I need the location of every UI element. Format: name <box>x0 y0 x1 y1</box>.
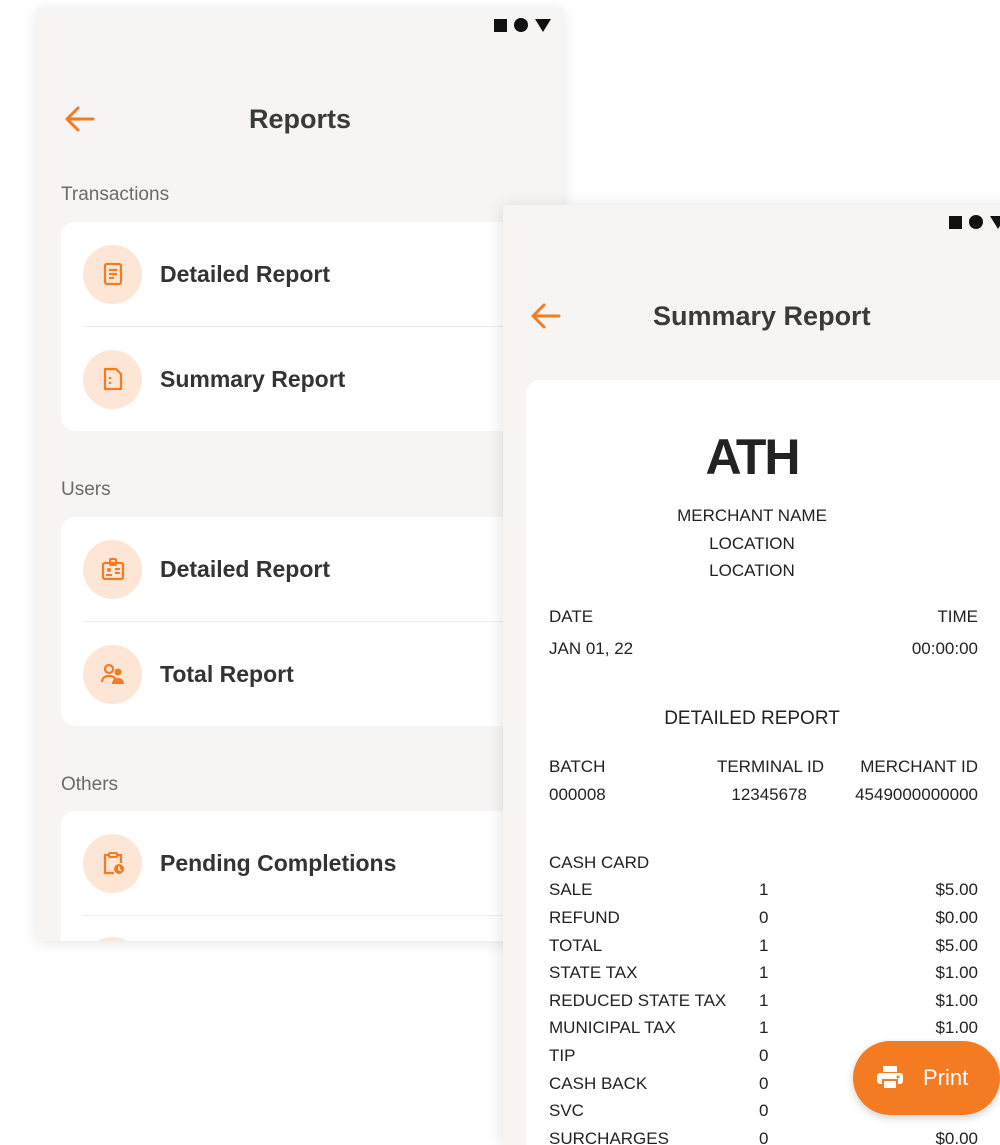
item-label: Detailed Report <box>160 555 330 582</box>
receipt-card: ATH MERCHANT NAME LOCATION LOCATION DATE… <box>526 380 1000 1145</box>
users-card: Detailed Report Total Report <box>61 517 563 726</box>
id-badge-icon <box>83 539 142 599</box>
users-icon <box>83 644 142 704</box>
ath-logo: ATH <box>705 429 800 485</box>
line-label: REFUND <box>549 908 620 927</box>
line-amount: $1.00 <box>935 963 978 982</box>
time-label: TIME <box>937 607 978 626</box>
stop-icon <box>494 18 507 32</box>
signal-icon <box>535 18 551 32</box>
summary-report-screen: Summary Report ATH MERCHANT NAME LOCATIO… <box>503 205 1000 1145</box>
transactions-card: Detailed Report Summary Report <box>61 222 563 431</box>
stop-icon <box>949 215 962 229</box>
line-amount: $1.00 <box>935 991 978 1010</box>
list-item-icon <box>83 937 142 941</box>
line-label: SURCHARGES <box>549 1129 669 1145</box>
item-label: Total Report <box>160 660 294 687</box>
print-button[interactable]: Print <box>853 1041 1000 1115</box>
signal-icon <box>990 215 1000 229</box>
record-icon <box>514 18 528 32</box>
line-count: 0 <box>759 908 769 927</box>
time-value: 00:00:00 <box>911 639 978 658</box>
location-line-2: LOCATION <box>709 561 795 580</box>
merchant-name: MERCHANT NAME <box>677 506 827 525</box>
page-title: Summary Report <box>653 301 871 331</box>
printer-icon <box>875 1065 905 1096</box>
card-type-label: CASH CARD <box>549 853 650 872</box>
clipboard-clock-icon <box>83 833 142 893</box>
document-icon <box>83 349 142 409</box>
line-amount: $0.00 <box>935 1129 978 1145</box>
merchant-id-value: 4549000000000 <box>855 785 978 804</box>
section-label-transactions: Transactions <box>61 184 170 205</box>
line-count: 1 <box>759 880 769 899</box>
report-title: DETAILED REPORT <box>664 708 840 729</box>
line-count: 0 <box>759 1074 769 1093</box>
divider <box>83 915 563 916</box>
item-label: Detailed Report <box>160 260 330 287</box>
line-count: 1 <box>759 963 769 982</box>
pending-completions-item[interactable]: Pending Completions <box>61 811 563 915</box>
transactions-summary-report-item[interactable]: Summary Report <box>61 327 563 431</box>
terminal-id-value: 12345678 <box>731 785 807 804</box>
batch-label: BATCH <box>549 757 606 776</box>
merchant-id-label: MERCHANT ID <box>860 757 978 776</box>
line-label: STATE TAX <box>549 963 638 982</box>
line-amount: $0.00 <box>935 908 978 927</box>
line-label: SALE <box>549 880 593 899</box>
date-label: DATE <box>549 607 594 626</box>
section-label-users: Users <box>61 479 111 500</box>
item-label: Pending Completions <box>160 849 397 876</box>
line-amount: $5.00 <box>935 880 978 899</box>
line-count: 1 <box>759 991 769 1010</box>
line-label: MUNICIPAL TAX <box>549 1018 676 1037</box>
line-label: CASH BACK <box>549 1074 648 1093</box>
transactions-detailed-report-item[interactable]: Detailed Report <box>61 222 563 326</box>
status-bar <box>494 18 551 32</box>
users-detailed-report-item[interactable]: Detailed Report <box>61 517 563 621</box>
line-label: REDUCED STATE TAX <box>549 991 727 1010</box>
date-value: JAN 01, 22 <box>549 639 634 658</box>
line-count: 0 <box>759 1046 769 1065</box>
terminal-id-label: TERMINAL ID <box>716 757 824 776</box>
line-amount: $1.00 <box>935 1018 978 1037</box>
record-icon <box>969 215 983 229</box>
line-label: SVC <box>549 1101 584 1120</box>
line-count: 0 <box>759 1101 769 1120</box>
back-arrow-icon[interactable] <box>529 302 561 335</box>
item-label: Summary Report <box>160 365 346 392</box>
reports-screen: Reports Transactions Detailed Report Sum… <box>37 8 563 941</box>
section-label-others: Others <box>61 774 119 795</box>
line-label: TOTAL <box>549 936 603 955</box>
batch-value: 000008 <box>549 785 606 804</box>
line-count: 0 <box>759 1129 769 1145</box>
status-bar <box>949 215 1000 229</box>
users-total-report-item[interactable]: Total Report <box>61 622 563 726</box>
print-label: Print <box>923 1065 969 1090</box>
receipt-icon <box>83 244 142 304</box>
page-title: Reports <box>248 104 351 134</box>
line-count: 1 <box>759 936 769 955</box>
line-amount: $5.00 <box>935 936 978 955</box>
location-line-1: LOCATION <box>709 534 795 553</box>
line-count: 1 <box>759 1018 769 1037</box>
line-label: TIP <box>549 1046 576 1065</box>
others-card: Pending Completions <box>61 811 563 941</box>
